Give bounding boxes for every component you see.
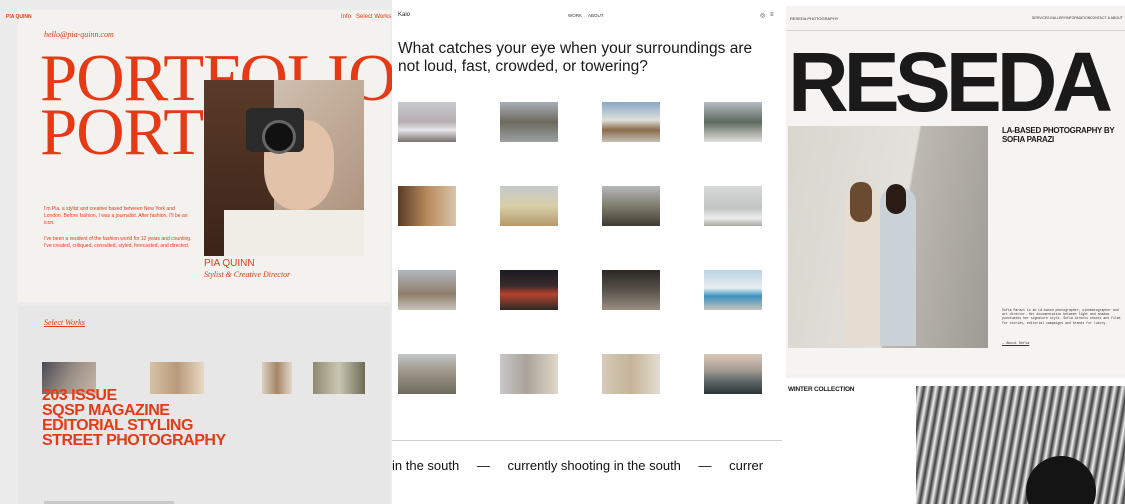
search-icon[interactable]: ◎	[760, 12, 765, 19]
work-thumbnail[interactable]	[262, 362, 292, 394]
site-logo[interactable]: Kaio	[398, 12, 410, 18]
photo-thumbnail[interactable]	[398, 102, 456, 142]
header-divider	[786, 30, 1125, 31]
work-item-sqsp-magazine[interactable]: SQSP MAGAZINE	[42, 403, 170, 419]
nav-gallery[interactable]: GALLERY	[1050, 16, 1066, 20]
site-brand[interactable]: PIA QUINN	[6, 14, 32, 20]
collection-photo[interactable]	[916, 386, 1125, 504]
bio-text: Sofia Parazi is an LA-based photographer…	[1002, 308, 1121, 325]
select-works-heading[interactable]: Select Works	[44, 318, 85, 327]
work-item-street-photography[interactable]: STREET PHOTOGRAPHY	[42, 433, 226, 449]
nav-services[interactable]: SERVICES	[1032, 16, 1050, 20]
bio-paragraph-2: I've been a resident of the fashion worl…	[44, 236, 192, 249]
bio-paragraph-1: I'm Pia, a stylist and creative based be…	[44, 206, 188, 226]
tagline: LA-BASED PHOTOGRAPHY BY SOFIA PARAZI	[1002, 126, 1115, 144]
photo-thumbnail[interactable]	[602, 102, 660, 142]
ticker-text: currer	[729, 458, 764, 473]
photo-thumbnail[interactable]	[398, 270, 456, 310]
collection-section: WINTER COLLECTION	[786, 378, 1125, 504]
photo-thumbnail[interactable]	[602, 186, 660, 226]
photo-thumbnail[interactable]	[398, 354, 456, 394]
ticker-marquee: in the south — currently shooting in the…	[392, 458, 782, 478]
photo-thumbnail[interactable]	[500, 270, 558, 310]
divider	[392, 440, 782, 441]
photo-thumbnail[interactable]	[704, 102, 762, 142]
kaio-site-preview: Kaio WORK ABOUT ◎ ≡ What catches your ey…	[392, 0, 782, 504]
photo-thumbnail[interactable]	[704, 186, 762, 226]
nav-select-works[interactable]: Select Works	[356, 14, 391, 20]
about-link[interactable]: — About Sofia	[1002, 342, 1029, 346]
photo-thumbnail[interactable]	[704, 270, 762, 310]
portrait-photo	[204, 80, 364, 256]
work-item-203-issue[interactable]: 203 ISSUE	[42, 388, 117, 404]
collection-heading: WINTER COLLECTION	[788, 386, 855, 393]
hero-photo	[788, 126, 988, 348]
nav-about[interactable]: ABOUT	[588, 13, 604, 18]
reseda-site-preview: RESEDA PHOTOGRAPHY SERVICES GALLERY INFO…	[786, 6, 1125, 504]
nav-information[interactable]: INFORMATION	[1066, 16, 1090, 20]
work-item-editorial-styling[interactable]: EDITORIAL STYLING	[42, 418, 193, 434]
person-role: Stylist & Creative Director	[204, 270, 291, 279]
photo-thumbnail[interactable]	[500, 102, 558, 142]
photo-thumbnail[interactable]	[704, 354, 762, 394]
photo-thumbnail[interactable]	[602, 270, 660, 310]
work-thumbnail[interactable]	[150, 362, 204, 394]
photo-thumbnail[interactable]	[398, 186, 456, 226]
email-link[interactable]: hello@pia-quinn.com	[44, 30, 114, 39]
ticker-dash: —	[476, 458, 490, 473]
nav-contact-about[interactable]: CONTACT & ABOUT	[1090, 16, 1123, 20]
site-title: RESEDA	[788, 35, 1113, 129]
photo-thumbnail[interactable]	[602, 354, 660, 394]
intro-question: What catches your eye when your surround…	[398, 40, 753, 75]
photo-thumbnail[interactable]	[500, 354, 558, 394]
ticker-text: in the south	[392, 458, 460, 473]
nav-work[interactable]: WORK	[568, 13, 582, 18]
ticker-text: currently shooting in the south	[507, 458, 681, 473]
nav-info[interactable]: Info	[341, 14, 351, 20]
headline-line-2: PORT	[40, 95, 204, 169]
photo-thumbnail[interactable]	[500, 186, 558, 226]
ticker-dash: —	[698, 458, 712, 473]
work-thumbnail[interactable]	[313, 362, 365, 394]
pia-quinn-site-preview: PIA QUINN Info Select Works hello@pia-qu…	[0, 0, 392, 504]
site-brand[interactable]: RESEDA PHOTOGRAPHY	[790, 16, 838, 21]
person-name: PIA QUINN	[204, 258, 255, 269]
menu-icon[interactable]: ≡	[770, 12, 774, 18]
